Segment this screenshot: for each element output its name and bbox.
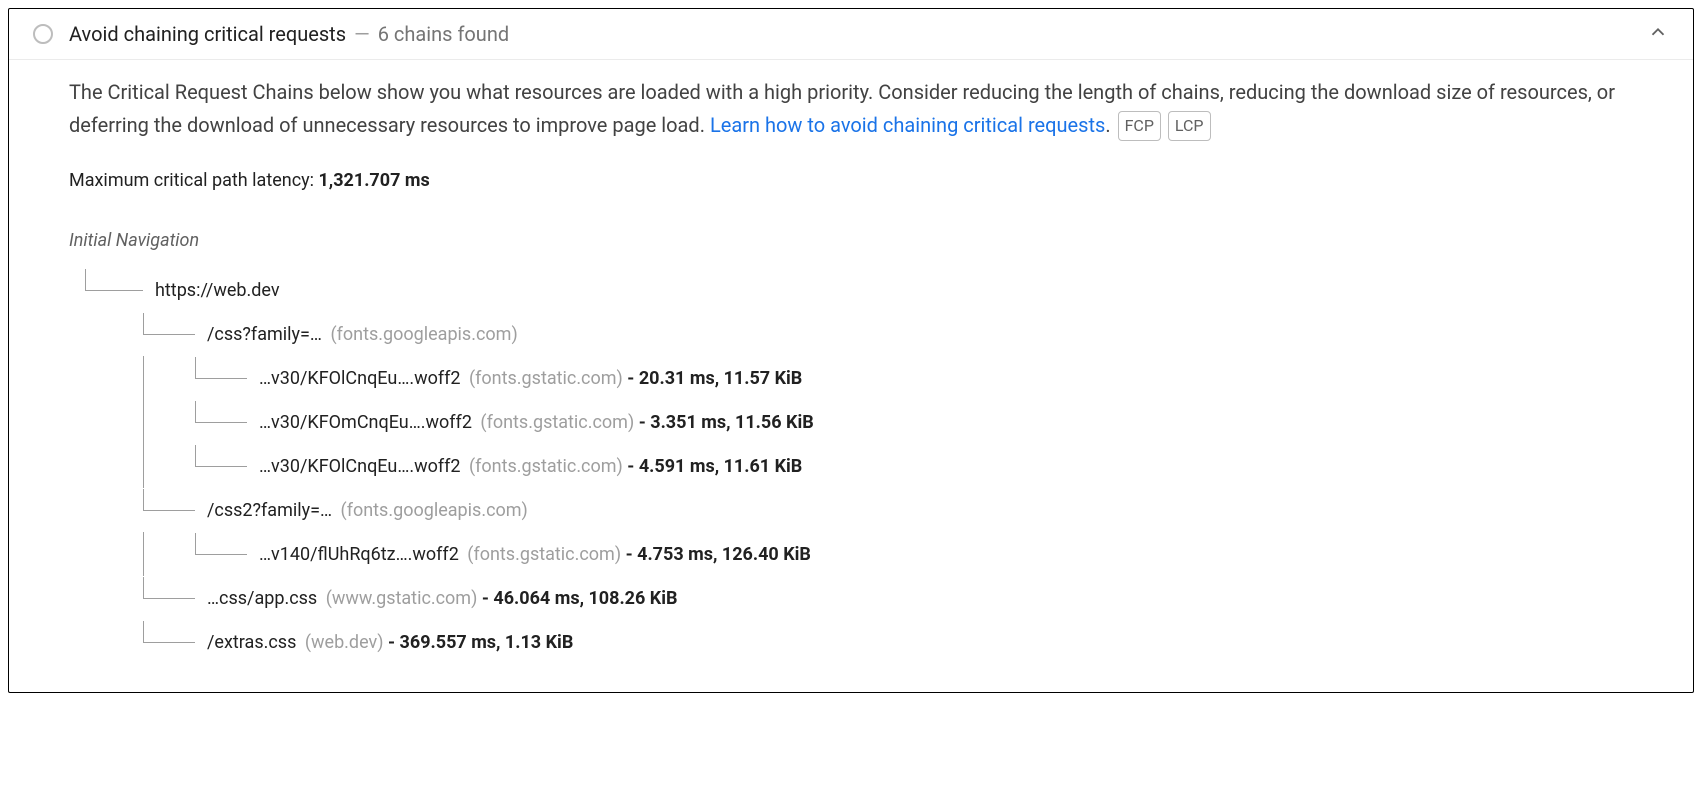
tree-url: …css/app.css <box>207 588 317 609</box>
audit-body: The Critical Request Chains below show y… <box>9 60 1693 692</box>
lcp-badge: LCP <box>1168 111 1211 141</box>
max-latency: Maximum critical path latency: 1,321.707… <box>69 170 1653 191</box>
tree-url: …v30/KFOlCnqEu….woff2 <box>259 368 461 389</box>
tree-node: /css2?family=… (fonts.googleapis.com) <box>143 488 1653 532</box>
tree-origin: (www.gstatic.com) <box>326 588 478 609</box>
audit-title: Avoid chaining critical requests <box>69 22 346 46</box>
tree-url: …v140/flUhRq6tz….woff2 <box>259 544 459 565</box>
tree-stats: - 369.557 ms, 1.13 KiB <box>388 632 573 653</box>
tree-origin: (fonts.gstatic.com) <box>469 368 623 389</box>
fcp-badge: FCP <box>1118 111 1161 141</box>
tree-root-label: Initial Navigation <box>69 219 1653 262</box>
tree-url: /extras.css <box>207 632 296 653</box>
tree-url: …v30/KFOlCnqEu….woff2 <box>259 456 461 477</box>
tree-origin: (fonts.gstatic.com) <box>469 456 623 477</box>
tree-node: /css?family=… (fonts.googleapis.com) <box>143 312 1653 356</box>
tree-node: /extras.css (web.dev) - 369.557 ms, 1.13… <box>143 620 1653 664</box>
audit-header[interactable]: Avoid chaining critical requests — 6 cha… <box>9 9 1693 60</box>
tree-stats: - 3.351 ms, 11.56 KiB <box>639 412 814 433</box>
tree-stats: - 20.31 ms, 11.57 KiB <box>627 368 802 389</box>
tree-url: /css?family=… <box>207 324 322 345</box>
title-divider: — <box>354 22 370 46</box>
tree-node: …css/app.css (www.gstatic.com) - 46.064 … <box>143 576 1653 620</box>
audit-description: The Critical Request Chains below show y… <box>69 76 1653 142</box>
tree-stats: - 4.753 ms, 126.40 KiB <box>626 544 811 565</box>
tree-node: …v140/flUhRq6tz….woff2 (fonts.gstatic.co… <box>195 532 1653 576</box>
status-neutral-icon <box>33 24 53 44</box>
learn-more-link[interactable]: Learn how to avoid chaining critical req… <box>710 113 1105 137</box>
tree-node-root: https://web.dev <box>85 268 1653 312</box>
request-chain-tree: Initial Navigation https://web.dev /css?… <box>69 219 1653 664</box>
description-suffix: . <box>1105 113 1110 137</box>
latency-label: Maximum critical path latency: <box>69 170 318 191</box>
latency-value: 1,321.707 ms <box>318 170 429 191</box>
tree-node: …v30/KFOlCnqEu….woff2 (fonts.gstatic.com… <box>195 356 1653 400</box>
tree-stats: - 46.064 ms, 108.26 KiB <box>482 588 678 609</box>
tree-origin: (fonts.gstatic.com) <box>467 544 621 565</box>
tree-origin: (fonts.gstatic.com) <box>480 412 634 433</box>
tree-stats: - 4.591 ms, 11.61 KiB <box>627 456 802 477</box>
tree-node: …v30/KFOmCnqEu….woff2 (fonts.gstatic.com… <box>195 400 1653 444</box>
collapse-icon[interactable] <box>1647 21 1669 47</box>
tree-origin: (fonts.googleapis.com) <box>341 500 528 521</box>
tree-url: …v30/KFOmCnqEu….woff2 <box>259 412 472 433</box>
tree-origin: (fonts.googleapis.com) <box>330 324 517 345</box>
tree-url: /css2?family=… <box>207 500 332 521</box>
audit-summary: 6 chains found <box>378 22 509 46</box>
audit-card: Avoid chaining critical requests — 6 cha… <box>8 8 1694 693</box>
tree-url: https://web.dev <box>155 269 280 312</box>
tree-origin: (web.dev) <box>305 632 384 653</box>
tree-node: …v30/KFOlCnqEu….woff2 (fonts.gstatic.com… <box>195 444 1653 488</box>
